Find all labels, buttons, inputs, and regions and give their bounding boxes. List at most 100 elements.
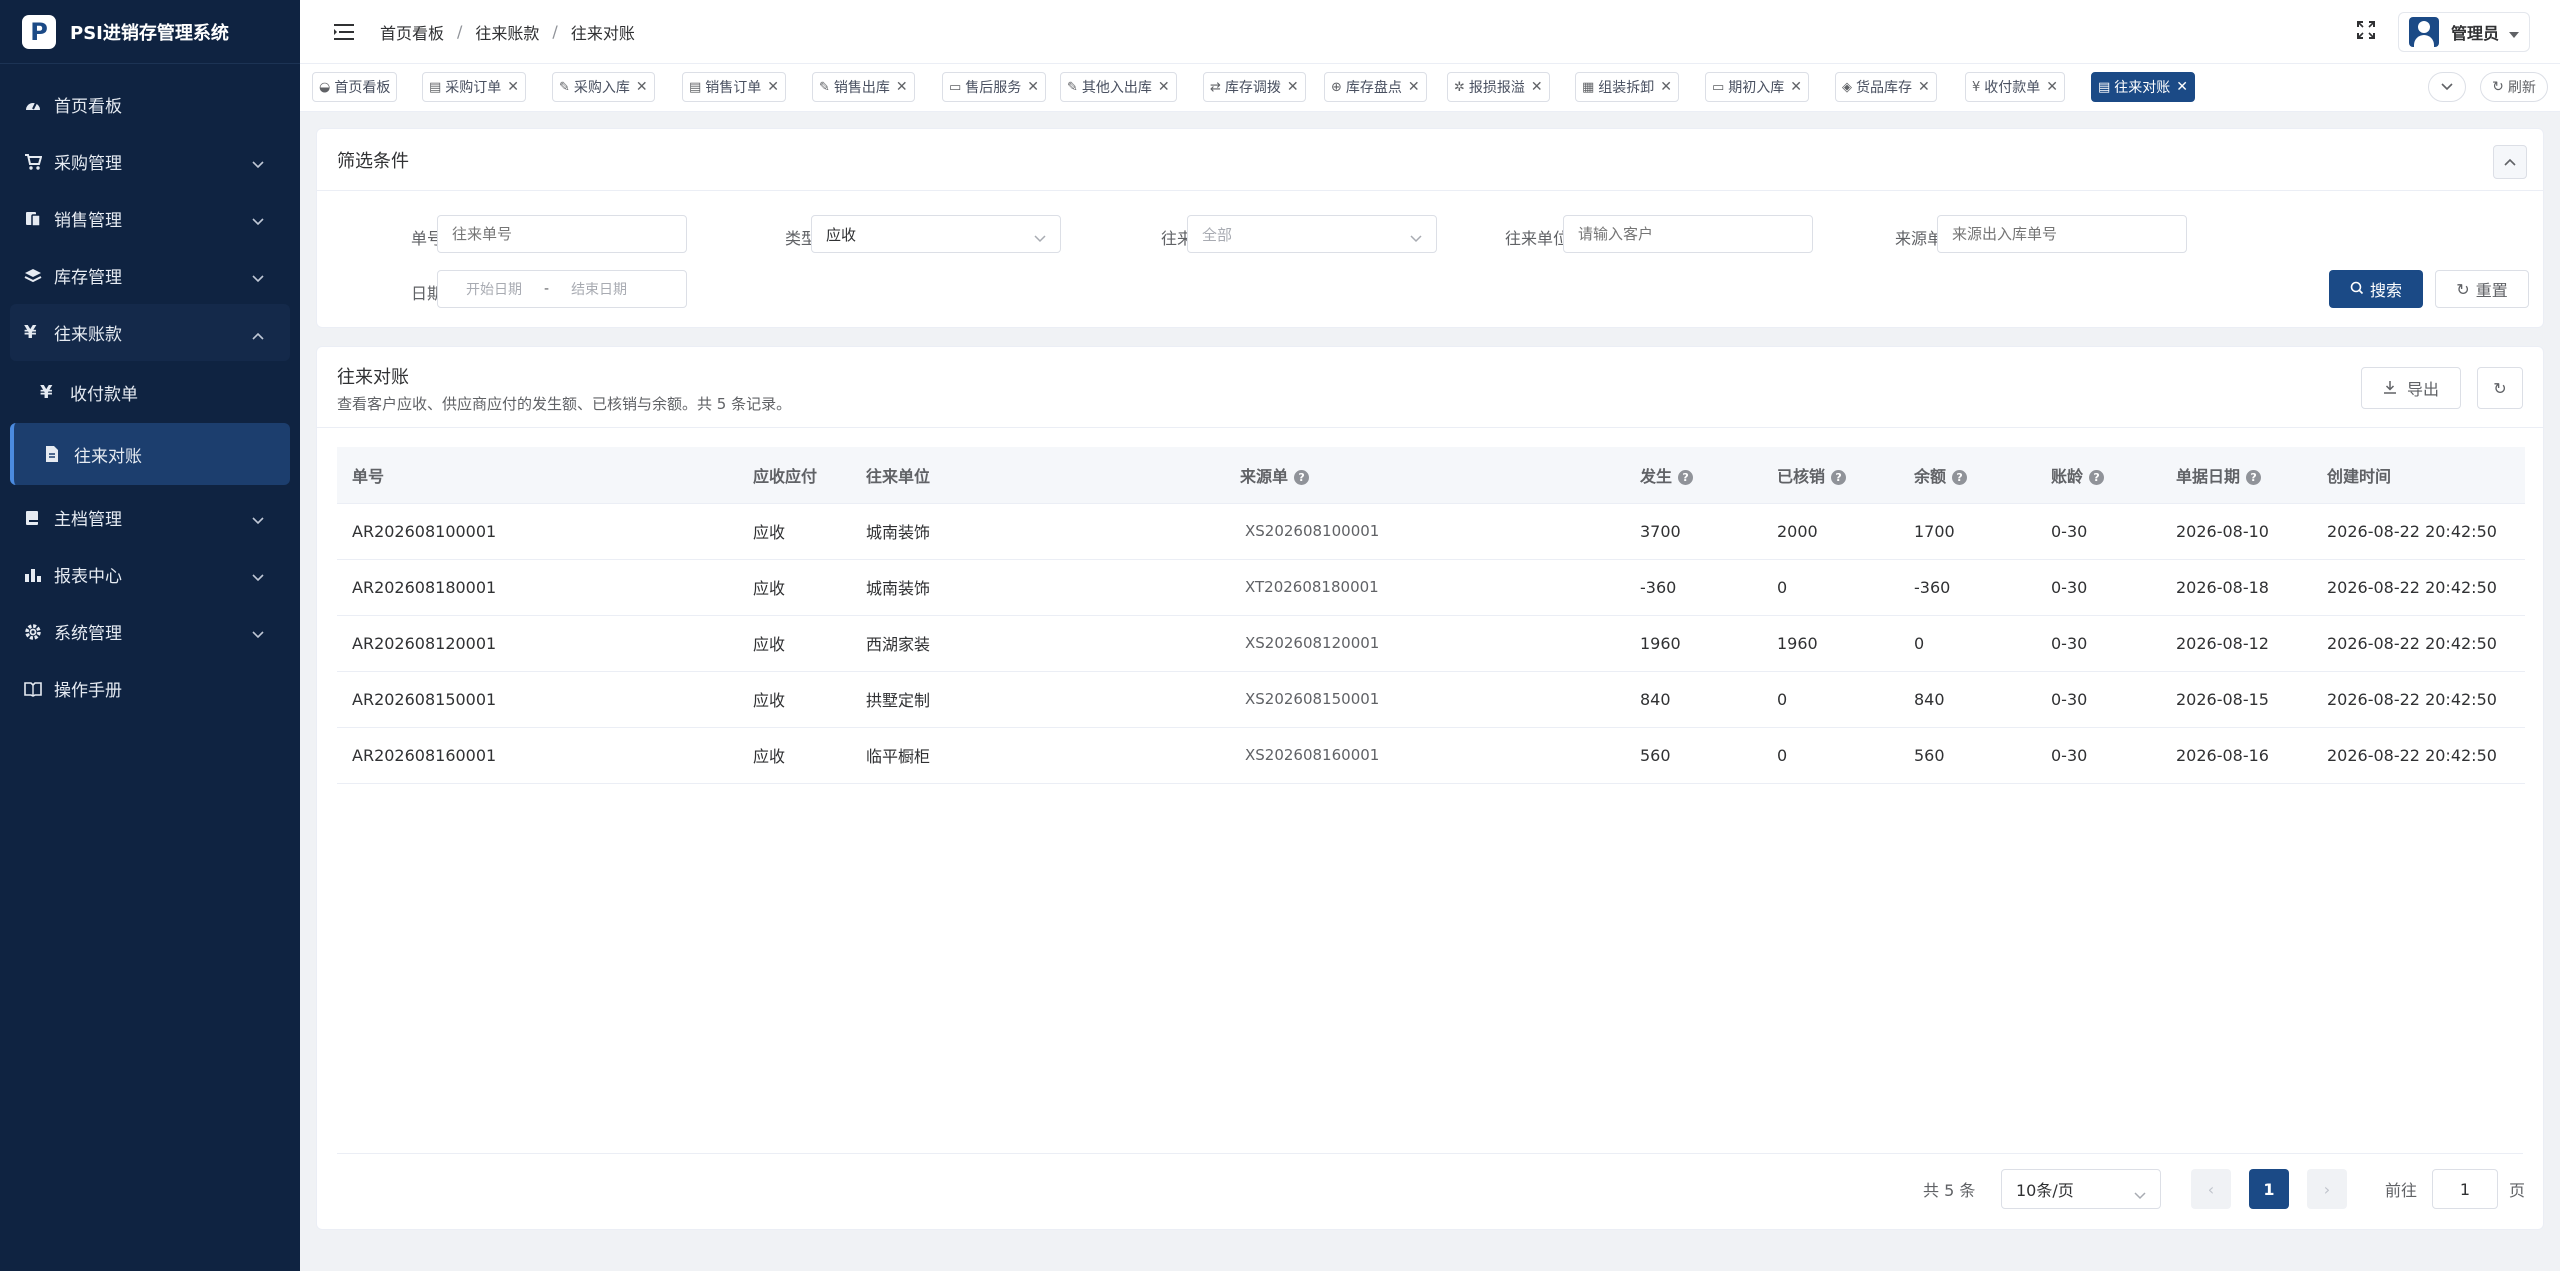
close-icon[interactable]: ✕ <box>1027 79 1039 95</box>
close-icon[interactable]: ✕ <box>767 79 779 95</box>
table-row[interactable]: AR202608100001 应收 城南装饰 XS202608100001 3700 20… <box>337 503 2525 560</box>
collapse-button[interactable] <box>2493 145 2527 179</box>
column-header[interactable]: 往来单位 <box>851 447 1225 504</box>
column-header[interactable]: 余额? <box>1899 447 2036 504</box>
chevron-down-icon <box>252 154 264 174</box>
sidebar-item-inventory[interactable]: 库存管理 <box>0 247 300 304</box>
close-icon[interactable]: ✕ <box>1531 79 1543 95</box>
sidebar-item-purchase[interactable]: 采购管理 <box>0 133 300 190</box>
breadcrumb-item[interactable]: 首页看板 <box>380 20 444 44</box>
tag-reconciliation[interactable]: ▤ 往来对账 ✕ <box>2091 72 2196 102</box>
sidebar-item-sales[interactable]: 销售管理 <box>0 190 300 247</box>
fullscreen-icon[interactable] <box>2356 20 2376 44</box>
page-size-select[interactable]: 10条/页 <box>2001 1169 2161 1209</box>
sales-icon <box>24 210 54 228</box>
close-icon[interactable]: ✕ <box>2046 79 2058 95</box>
sidebar-item-reconciliation[interactable]: 往来对账 <box>10 423 290 485</box>
tag-after-sales[interactable]: ▭ 售后服务 ✕ <box>942 72 1047 102</box>
table-cell: 城南装饰 <box>851 559 1225 616</box>
doc-no-input[interactable] <box>437 215 687 253</box>
table-row[interactable]: AR202608180001 应收 城南装饰 XT202608180001 -360 0-… <box>337 559 2525 616</box>
table-row[interactable]: AR202608160001 应收 临平橱柜 XS202608160001 560 0 56… <box>337 727 2525 784</box>
next-page-button[interactable]: › <box>2307 1169 2347 1209</box>
party-input[interactable] <box>1563 215 1813 253</box>
menu-toggle-icon[interactable] <box>330 18 358 46</box>
user-menu[interactable]: 管理员 <box>2397 12 2530 52</box>
table-row[interactable]: AR202608120001 应收 西湖家装 XS202608120001 1960 19… <box>337 615 2525 672</box>
refresh-table-button[interactable]: ↻ <box>2477 367 2523 409</box>
tag-transfer[interactable]: ⇄ 库存调拨 ✕ <box>1203 72 1306 102</box>
breadcrumb-item[interactable]: 往来账款 <box>475 20 539 44</box>
close-icon[interactable]: ✕ <box>1918 79 1930 95</box>
sidebar-item-label: 系统管理 <box>54 624 122 644</box>
chevron-down-icon <box>1034 229 1046 247</box>
close-icon[interactable]: ✕ <box>1158 79 1170 95</box>
tag-stocktake[interactable]: ⊕ 库存盘点 ✕ <box>1324 72 1427 102</box>
close-icon[interactable]: ✕ <box>507 79 519 95</box>
tag-other-io[interactable]: ✎ 其他入出库 ✕ <box>1060 72 1177 102</box>
sidebar-item-payments[interactable]: ¥ 收付款单 <box>0 361 300 423</box>
tag-dashboard[interactable]: ◒ 首页看板 <box>312 72 398 102</box>
document-icon: ▤ <box>2098 79 2111 95</box>
column-header[interactable]: 单号 <box>337 447 738 504</box>
export-label: 导出 <box>2406 380 2439 399</box>
party-type-select[interactable]: 全部 <box>1187 215 1437 253</box>
tag-opening-stock[interactable]: ▭ 期初入库 ✕ <box>1705 72 1810 102</box>
tag-sales-order[interactable]: ▤ 销售订单 ✕ <box>682 72 787 102</box>
sidebar-item-master[interactable]: 主档管理 <box>0 489 300 546</box>
tag-payments[interactable]: ¥ 收付款单 ✕ <box>1965 72 2066 102</box>
reset-button[interactable]: ↻ 重置 <box>2435 270 2529 308</box>
tags-refresh-button[interactable]: ↻ 刷新 <box>2480 72 2548 102</box>
tags-dropdown-button[interactable] <box>2428 72 2466 102</box>
export-button[interactable]: 导出 <box>2361 367 2461 409</box>
sidebar-item-dashboard[interactable]: 首页看板 <box>0 76 300 133</box>
column-header[interactable]: 账龄? <box>2036 447 2161 504</box>
help-icon[interactable]: ? <box>2246 469 2262 485</box>
column-header[interactable]: 创建时间 <box>2312 447 2525 504</box>
column-header[interactable]: 发生? <box>1625 447 1762 504</box>
dashboard-icon: ◒ <box>319 79 331 95</box>
help-icon[interactable]: ? <box>1831 469 1847 485</box>
tag-stock[interactable]: ◈ 货品库存 ✕ <box>1835 72 1937 102</box>
search-button[interactable]: 搜索 <box>2329 270 2423 308</box>
close-icon[interactable]: ✕ <box>2176 79 2188 95</box>
help-icon[interactable]: ? <box>1294 469 1310 485</box>
close-icon[interactable]: ✕ <box>896 79 908 95</box>
close-icon[interactable]: ✕ <box>1408 79 1420 95</box>
bug-icon: ✲ <box>1454 79 1465 95</box>
table-row[interactable]: AR202608150001 应收 拱墅定制 XS202608150001 840 0 84… <box>337 671 2525 728</box>
table-cell: 2026-08-22 20:42:50 <box>2312 671 2525 728</box>
sidebar-item-accounts[interactable]: ¥ 往来账款 <box>10 304 290 361</box>
tag-assembly[interactable]: ▦ 组装拆卸 ✕ <box>1575 72 1680 102</box>
prev-page-button[interactable]: ‹ <box>2191 1169 2231 1209</box>
page-number-current[interactable]: 1 <box>2249 1169 2289 1209</box>
goto-page-input[interactable]: 1 <box>2432 1169 2498 1209</box>
sidebar-item-manual[interactable]: 操作手册 <box>0 660 300 717</box>
goto-label: 前往 <box>2385 1181 2418 1200</box>
briefcase-icon: ▭ <box>949 79 962 95</box>
date-range-picker[interactable]: 开始日期 - 结束日期 <box>437 270 687 308</box>
type-select[interactable]: 应收 <box>811 215 1061 253</box>
close-icon[interactable]: ✕ <box>1287 79 1299 95</box>
sidebar-item-reports[interactable]: 报表中心 <box>0 546 300 603</box>
close-icon[interactable]: ✕ <box>1660 79 1672 95</box>
user-name: 管理员 <box>2450 24 2499 43</box>
source-input[interactable] <box>1937 215 2187 253</box>
help-icon[interactable]: ? <box>1678 469 1694 485</box>
close-icon[interactable]: ✕ <box>636 79 648 95</box>
tag-purchase-in[interactable]: ✎ 采购入库 ✕ <box>552 72 655 102</box>
column-header[interactable]: 来源单? <box>1225 447 1625 504</box>
table-cell: 2026-08-18 <box>2161 559 2312 616</box>
tag-label: 采购入库 <box>573 80 630 96</box>
sidebar-item-system[interactable]: 系统管理 <box>0 603 300 660</box>
column-header[interactable]: 单据日期? <box>2161 447 2312 504</box>
tag-loss-gain[interactable]: ✲ 报损报溢 ✕ <box>1447 72 1550 102</box>
sidebar-item-label: 采购管理 <box>54 154 122 174</box>
column-header[interactable]: 应收应付 <box>738 447 851 504</box>
help-icon[interactable]: ? <box>2089 469 2105 485</box>
help-icon[interactable]: ? <box>1952 469 1968 485</box>
tag-purchase-order[interactable]: ▤ 采购订单 ✕ <box>422 72 527 102</box>
close-icon[interactable]: ✕ <box>1790 79 1802 95</box>
column-header[interactable]: 已核销? <box>1762 447 1899 504</box>
tag-sales-out[interactable]: ✎ 销售出库 ✕ <box>812 72 915 102</box>
